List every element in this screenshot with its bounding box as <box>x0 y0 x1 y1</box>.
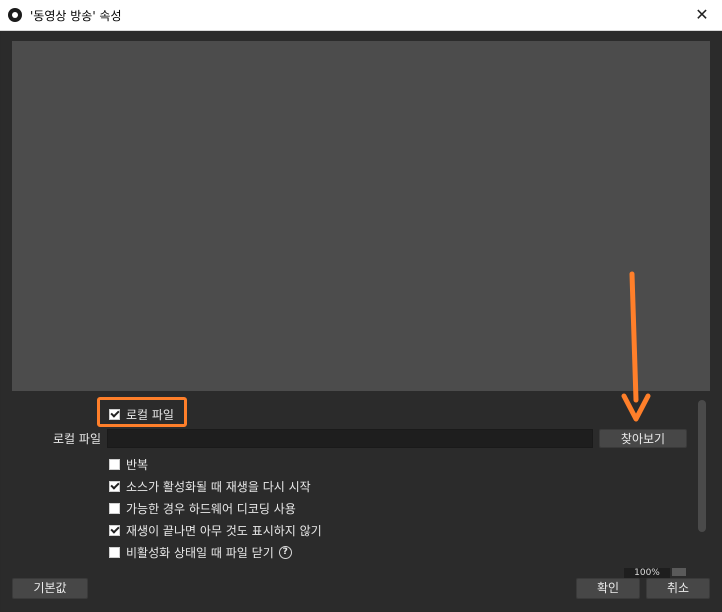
annotation-arrow <box>621 271 651 422</box>
annotation-arrow-shaft <box>629 271 639 403</box>
